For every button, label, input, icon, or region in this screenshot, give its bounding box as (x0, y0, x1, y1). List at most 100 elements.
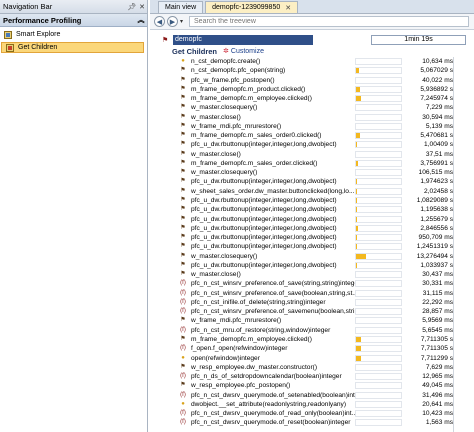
event-flag-icon: ⚑ (180, 196, 186, 203)
event-flag-icon: ⚑ (180, 382, 186, 389)
grid-row[interactable]: (f) pfc_n_cst_winsrv_preference.of_save(s… (150, 279, 474, 288)
grid-row[interactable]: ⚑ pfc_u_dw.rbuttonup(integer,integer,long… (150, 215, 474, 224)
grid-row[interactable]: ● open(refwindow)integer 7,711299 s (150, 354, 474, 363)
time-bar (355, 95, 402, 103)
grid-row[interactable]: ⚑ pfc_u_dw.rbuttonup(integer,integer,long… (150, 233, 474, 242)
grid-row[interactable]: ⚑ pfc_u_dw.rbuttonup(integer,integer,long… (150, 196, 474, 205)
time-bar (355, 150, 402, 158)
row-name: pfc_u_dw.rbuttonup(integer,integer,long,… (191, 206, 337, 214)
grid-row[interactable]: ⚑ w_resp_employee.pfc_postopen() 49,045 ms (150, 381, 474, 390)
grid-row[interactable]: (f) pfc_n_cst_winsrv_preference.of_saveme… (150, 307, 474, 316)
pin-icon[interactable]: 📌︎ (127, 3, 137, 11)
event-flag-icon: ⚑ (180, 363, 186, 370)
close-icon[interactable]: ✕ (137, 3, 147, 11)
app-window: Navigation Bar 📌︎ ✕ Performance Profilin… (0, 0, 474, 432)
grid-row[interactable]: (f) pfc_n_cst_dwsrv_querymode.of_reset(bo… (150, 418, 474, 427)
grid-row[interactable]: ⚑ pfc_u_dw.rbuttonup(integer,integer,long… (150, 140, 474, 149)
row-name: pfc_n_ds_of_setdropdowncalendar(boolean)… (191, 373, 342, 381)
grid-row[interactable]: (f) pfc_n_cst_winsrv_preference.of_save(b… (150, 289, 474, 298)
nav-group-header[interactable]: Performance Profiling ︽ (0, 14, 147, 27)
nav-item-get-children[interactable]: Get Children (1, 42, 144, 53)
row-time: 10,423 ms (422, 410, 453, 418)
function-icon: (f) (180, 298, 186, 305)
row-time: 30,594 ms (422, 113, 453, 121)
view-tabs: Get Children ✲ Customize (150, 45, 474, 57)
grid-row[interactable]: ⚑ w_master.close() 37,51 ms (150, 150, 474, 159)
row-time: 31,496 ms (422, 391, 453, 399)
document-tabs: Main view demopfc-1239099850 ✕ (150, 0, 474, 14)
time-bar (355, 243, 402, 251)
time-bar (355, 141, 402, 149)
grid-row[interactable]: ● dwobject.__set_attribute(readonlystring… (150, 400, 474, 409)
grid-row[interactable]: ⚑ w_frame_mdi.pfc_mrurestore() 5,139 ms (150, 122, 474, 131)
grid-row[interactable]: ⚑ w_master.closequery() 7,229 ms (150, 103, 474, 112)
row-name: pfc_u_dw.rbuttonup(integer,integer,long,… (191, 224, 337, 232)
row-time: 30,331 ms (422, 280, 453, 288)
grid-row[interactable]: (f) pfc_n_cst_inifile.of_delete(string,st… (150, 298, 474, 307)
event-flag-icon: ⚑ (180, 317, 186, 324)
function-icon: (f) (180, 326, 186, 333)
nav-item-smart-explore[interactable]: Smart Explore (0, 29, 147, 40)
row-time: 40,022 ms (422, 76, 453, 84)
grid-row[interactable]: (f) pfc_n_cst_mru.of_restore(string,windo… (150, 326, 474, 335)
row-time: 5,936892 s (420, 85, 453, 93)
time-bar (355, 345, 402, 353)
row-time: 30,437 ms (422, 271, 453, 279)
grid-row[interactable]: ⚑ m_frame_demopfc.m_sales_order.clicked()… (150, 159, 474, 168)
row-time: 1,974623 s (420, 178, 453, 186)
event-flag-icon: ⚑ (180, 159, 186, 166)
grid-row[interactable]: ⚑ w_sheet_sales_order.dw_master.buttoncli… (150, 187, 474, 196)
grid-row[interactable]: ⚑ w_master.closequery() 106,515 ms (150, 168, 474, 177)
grid-row[interactable]: ⚑ w_master.closequery() 13,276494 s (150, 252, 474, 261)
grid-row[interactable]: (f) pfc_n_ds_of_setdropdowncalendar(boole… (150, 372, 474, 381)
grid-row[interactable]: ⚑ m_frame_demopfc.m_employee.clicked() 7,7… (150, 335, 474, 344)
row-time: 49,045 ms (422, 382, 453, 390)
row-name: pfc_n_cst_winsrv_preference.of_save(bool… (191, 289, 355, 297)
row-time: 1,195638 s (420, 206, 453, 214)
row-time: 20,641 ms (422, 400, 453, 408)
grid-row[interactable]: ⚑ m_frame_demopfc.m_sales_order0.clicked(… (150, 131, 474, 140)
tab-main-view[interactable]: Main view (158, 1, 204, 13)
grid-row[interactable]: ⚑ pfc_w_frame.pfc_postopen() 40,022 ms (150, 76, 474, 85)
root-node[interactable]: ⚑ demopfc 1min 19s (162, 35, 474, 45)
event-flag-icon: ⚑ (180, 252, 186, 259)
root-node-row[interactable]: ⚑ demopfc 1min 19s (150, 33, 474, 45)
close-tab-icon[interactable]: ✕ (285, 4, 291, 12)
grid-row[interactable]: ⚑ pfc_u_dw.rbuttonup(integer,integer,long… (150, 205, 474, 214)
back-button[interactable]: ◀ (154, 16, 165, 27)
search-input[interactable] (189, 16, 470, 27)
method-ball-icon: ● (181, 400, 185, 407)
grid-row[interactable]: ⚑ pfc_u_dw.rbuttonup(integer,integer,long… (150, 242, 474, 251)
event-flag-icon: ⚑ (180, 141, 186, 148)
grid-row[interactable]: ⚑ pfc_u_dw.rbuttonup(integer,integer,long… (150, 224, 474, 233)
event-flag-icon: ⚑ (180, 67, 186, 74)
time-bar (355, 335, 402, 343)
grid-row[interactable]: ⚑ m_frame_demopfc.m_product.clicked() 5,93… (150, 85, 474, 94)
chevron-up-icon[interactable]: ︽ (135, 15, 147, 25)
function-icon: (f) (180, 345, 186, 352)
time-bar-fill (356, 346, 362, 352)
row-time: 2,02458 s (424, 187, 453, 195)
customize-button[interactable]: ✲ Customize (223, 47, 264, 56)
grid-row[interactable]: ⚑ n_cst_demopfc.pfc_open(string) 5,067029 … (150, 66, 474, 75)
grid-row[interactable]: (f) pfc_n_cst_dwsrv_querymode.of_setenabl… (150, 391, 474, 400)
row-name: n_cst_demopfc.create() (191, 58, 261, 65)
forward-button[interactable]: ▶ (167, 16, 178, 27)
grid-row[interactable]: (f) f_open.f_open(refwindow)integer 7,7113… (150, 344, 474, 353)
grid-row[interactable]: ⚑ w_frame_mdi.pfc_mrurestore() 5,9569 ms (150, 316, 474, 325)
grid-row[interactable]: ⚑ m_frame_demopfc.m_employee.clicked() 7,2… (150, 94, 474, 103)
history-dropdown-icon[interactable]: ▾ (180, 18, 183, 25)
grid-row[interactable]: ⚑ w_master.close() 30,594 ms (150, 113, 474, 122)
grid-row[interactable]: (f) pfc_n_cst_dwsrv_querymode.of_read_onl… (150, 409, 474, 418)
row-name: w_master.close() (191, 113, 241, 121)
row-time: 3,756991 s (420, 159, 453, 167)
grid-row[interactable]: ● n_cst_demopfc.create() 10,634 ms (150, 57, 474, 66)
row-time: 7,711299 s (420, 354, 453, 362)
grid-row[interactable]: ⚑ w_resp_employee.dw_master.constructor()… (150, 363, 474, 372)
tab-demopfc[interactable]: demopfc-1239099850 ✕ (205, 1, 299, 13)
grid-row[interactable]: ⚑ pfc_u_dw.rbuttonup(integer,integer,long… (150, 261, 474, 270)
tab-get-children[interactable]: Get Children (172, 47, 217, 56)
row-name: w_resp_employee.pfc_postopen() (191, 382, 291, 390)
grid-row[interactable]: ⚑ w_master.close() 30,437 ms (150, 270, 474, 279)
grid-row[interactable]: ⚑ pfc_u_dw.rbuttonup(integer,integer,long… (150, 177, 474, 186)
